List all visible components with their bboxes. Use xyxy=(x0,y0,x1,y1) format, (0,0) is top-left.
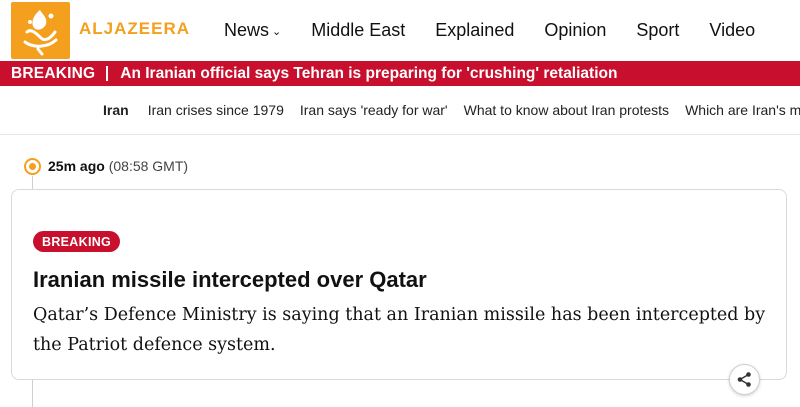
nav-item-label: Explained xyxy=(435,20,515,40)
breaking-divider xyxy=(106,66,109,81)
nav-item-label: Opinion xyxy=(544,20,607,40)
topic-links: Iran Iran crises since 1979 Iran says 'r… xyxy=(0,86,800,134)
topic-iran[interactable]: Iran xyxy=(103,102,129,118)
breaking-badge: BREAKING xyxy=(33,231,121,252)
topic-iran-protests[interactable]: What to know about Iran protests xyxy=(464,102,669,118)
nav-item-opinion[interactable]: Opinion xyxy=(544,20,606,41)
breaking-headline[interactable]: An Iranian official says Tehran is prepa… xyxy=(120,65,617,83)
breaking-news-bar[interactable]: BREAKING An Iranian official says Tehran… xyxy=(0,61,800,86)
post-title: Iranian missile intercepted over Qatar xyxy=(33,267,427,292)
nav-item-explained[interactable]: Explained xyxy=(435,20,514,41)
nav-item-middle-east[interactable]: Middle East xyxy=(311,20,405,41)
chevron-down-icon: ⌄ xyxy=(272,26,282,38)
post-body: Qatar’s Defence Ministry is saying that … xyxy=(33,305,766,355)
nav-item-news[interactable]: News ⌄ xyxy=(224,20,281,41)
live-dot-icon xyxy=(24,158,41,175)
nav-item-label: News xyxy=(224,20,270,40)
divider xyxy=(0,134,800,135)
topic-iran-more[interactable]: Which are Iran's m xyxy=(685,102,800,118)
breaking-label: BREAKING xyxy=(11,64,96,82)
brand-name[interactable]: ALJAZEERA xyxy=(79,19,190,39)
post-timestamp: 25m ago (08:58 GMT) xyxy=(48,158,188,174)
nav-item-video[interactable]: Video xyxy=(709,20,755,41)
nav-item-sport[interactable]: Sport xyxy=(636,20,679,41)
share-button[interactable] xyxy=(729,364,760,395)
nav-item-label: Sport xyxy=(636,20,680,40)
topic-iran-crises[interactable]: Iran crises since 1979 xyxy=(148,102,284,118)
time-ago: 25m ago xyxy=(48,158,105,174)
aljazeera-logo-icon[interactable] xyxy=(11,2,70,59)
share-icon xyxy=(737,372,751,387)
main-nav: News ⌄ Middle East Explained Opinion Spo… xyxy=(224,0,785,61)
nav-item-label: Video xyxy=(709,20,756,40)
topic-iran-ready-for-war[interactable]: Iran says 'ready for war' xyxy=(300,102,448,118)
site-header: ALJAZEERA News ⌄ Middle East Explained O… xyxy=(0,0,800,61)
live-update-card: BREAKING Iranian missile intercepted ove… xyxy=(11,189,787,380)
time-gmt: (08:58 GMT) xyxy=(108,158,189,174)
nav-item-label: Middle East xyxy=(311,20,406,40)
